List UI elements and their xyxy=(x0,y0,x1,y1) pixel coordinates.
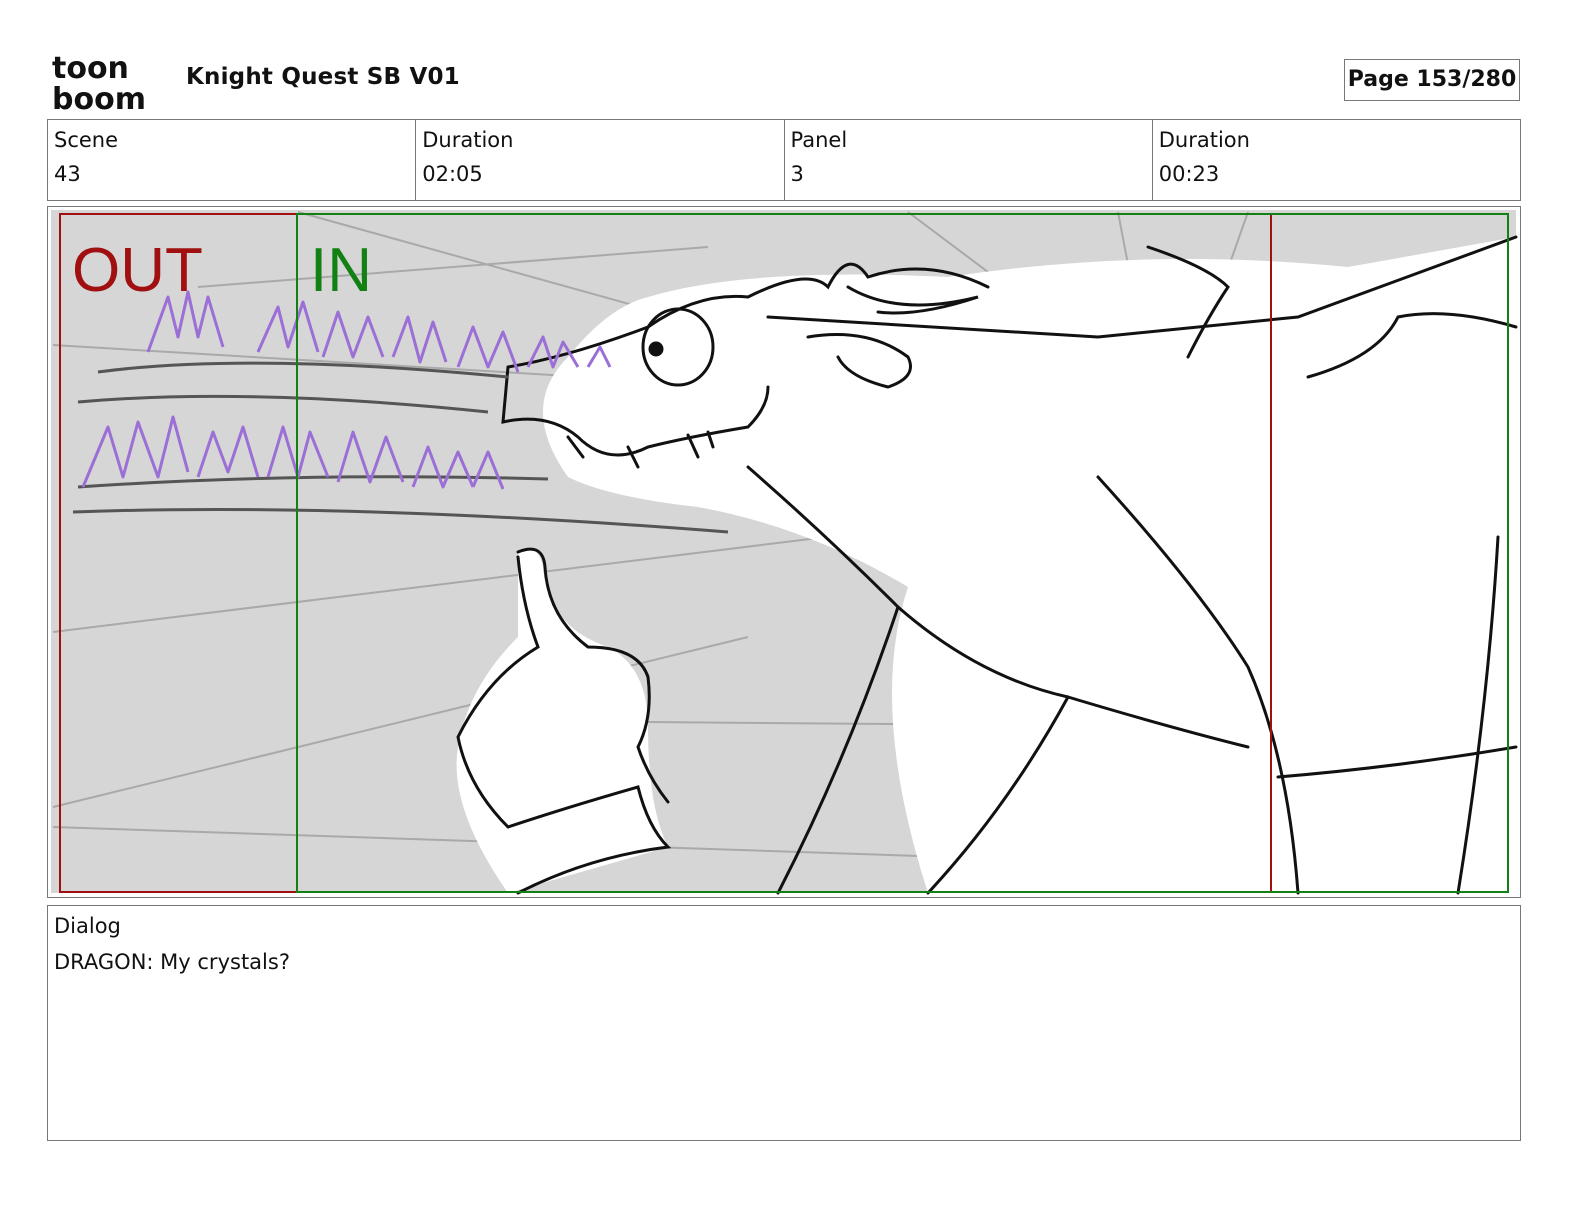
scene-duration-value: 02:05 xyxy=(422,162,483,186)
panel-duration-value: 00:23 xyxy=(1158,162,1220,186)
scene-value: 43 xyxy=(54,162,81,186)
logo-text-bottom: boom xyxy=(52,82,146,112)
panel-value: 3 xyxy=(790,162,804,186)
panel-cell: Panel 3 xyxy=(785,120,1153,200)
scene-cell: Scene 43 xyxy=(48,120,417,200)
scene-duration-cell: Duration 02:05 xyxy=(416,120,785,200)
storyboard-panel: OUT IN xyxy=(47,206,1521,898)
scene-label: Scene xyxy=(54,128,119,152)
panel-info-table: Scene 43 Duration 02:05 Panel 3 Duration… xyxy=(47,119,1521,201)
in-marker: IN xyxy=(310,236,372,305)
logo-text-top: toon xyxy=(52,52,129,86)
panel-duration-cell: Duration 00:23 xyxy=(1153,120,1520,200)
out-marker: OUT xyxy=(72,236,203,305)
panel-drawing: OUT IN xyxy=(51,210,1518,895)
dialog-text: DRAGON: My crystals? xyxy=(54,950,290,974)
project-title: Knight Quest SB V01 xyxy=(186,64,460,90)
panel-label: Panel xyxy=(790,128,848,152)
panel-duration-label: Duration xyxy=(1158,128,1250,152)
page-indicator: Page 153/280 xyxy=(1344,59,1520,101)
toon-boom-logo: toon boom xyxy=(52,51,164,117)
scene-duration-label: Duration xyxy=(422,128,514,152)
dialog-label: Dialog xyxy=(54,914,121,938)
dialog-box: Dialog DRAGON: My crystals? xyxy=(47,905,1521,1141)
